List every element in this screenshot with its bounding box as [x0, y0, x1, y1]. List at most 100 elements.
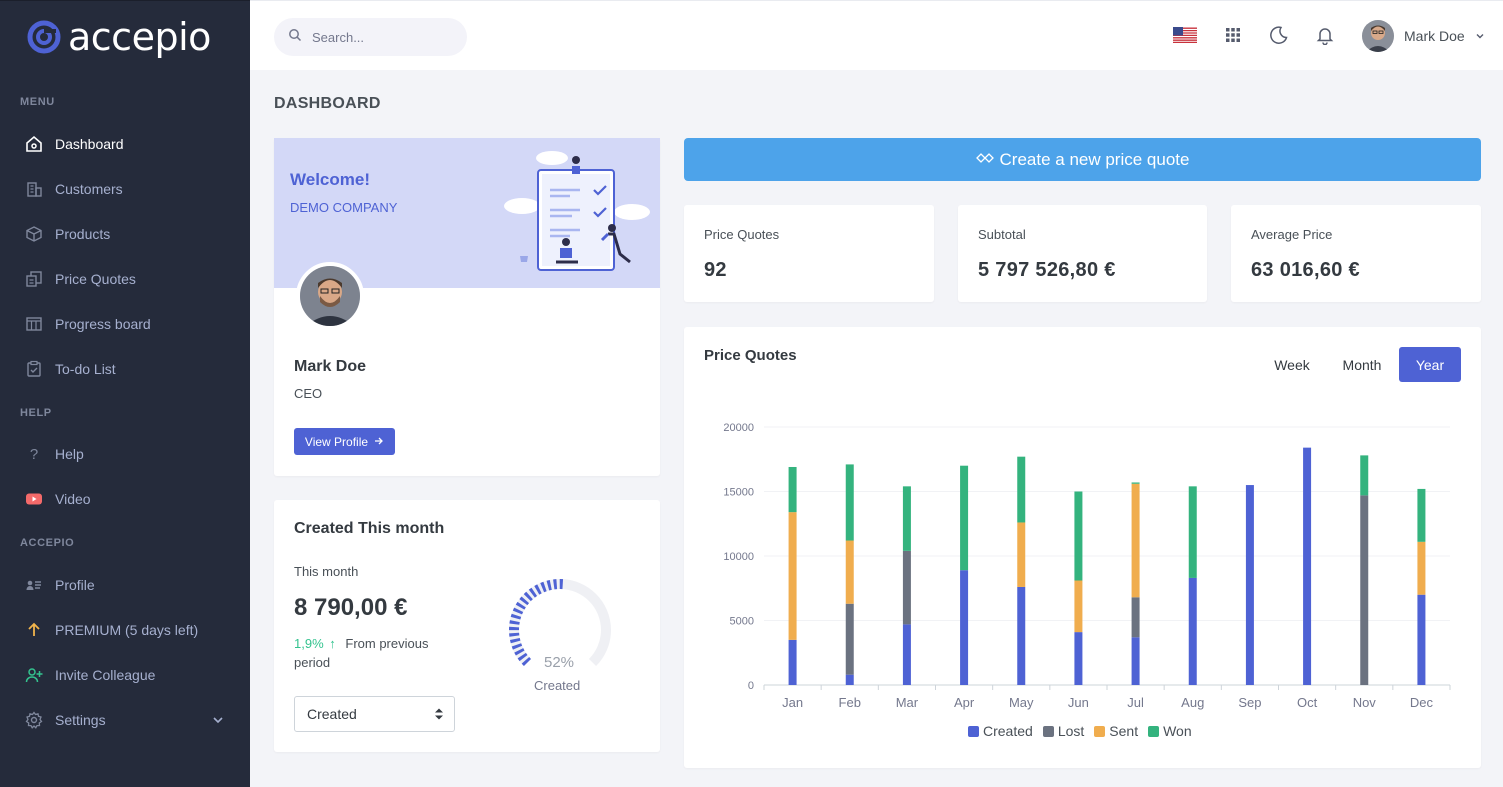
company-name: DEMO COMPANY — [290, 200, 397, 215]
sidebar-item-profile[interactable]: Profile — [0, 568, 250, 602]
sidebar-item-label: Settings — [55, 712, 106, 728]
radial-fill — [514, 584, 564, 663]
welcome-title: Welcome! — [290, 170, 370, 190]
stat-label: Subtotal — [978, 227, 1026, 242]
us-flag-icon[interactable] — [1173, 23, 1197, 47]
topbar: Mark Doe — [250, 0, 1503, 70]
bell-icon[interactable] — [1313, 23, 1337, 47]
sidebar-item-label: Invite Colleague — [55, 667, 155, 683]
sidebar-item-todo-list[interactable]: To-do List — [0, 352, 250, 386]
bar-segment-lost — [903, 551, 911, 625]
x-tick-label: Jan — [782, 695, 803, 710]
user-name: Mark Doe — [1404, 28, 1465, 44]
created-month-title: Created This month — [294, 520, 444, 538]
x-tick-label: May — [1009, 695, 1034, 710]
x-tick-label: Mar — [896, 695, 919, 710]
bar-segment-won — [1017, 457, 1025, 523]
sidebar-item-label: Profile — [55, 577, 95, 593]
stacked-bar-chart: 05000100001500020000JanFebMarAprMayJunJu… — [684, 407, 1481, 717]
user-plus-icon — [25, 666, 43, 684]
legend-item-lost[interactable]: Lost — [1043, 723, 1084, 739]
x-tick-label: Feb — [839, 695, 861, 710]
brand-logo[interactable]: accepio — [26, 17, 211, 57]
legend-swatch — [1043, 726, 1054, 737]
sidebar-item-customers[interactable]: Customers — [0, 172, 250, 206]
box-icon — [25, 225, 43, 243]
bar-segment-created — [789, 640, 797, 685]
chevron-down-icon — [212, 713, 224, 729]
bar-segment-won — [1417, 489, 1425, 542]
sidebar-item-dashboard[interactable]: Dashboard — [0, 127, 250, 161]
change-percent: 1,9% — [294, 636, 324, 651]
legend-item-created[interactable]: Created — [968, 723, 1033, 739]
home-icon — [25, 135, 43, 153]
legend-label: Lost — [1058, 723, 1084, 739]
bar-segment-won — [960, 466, 968, 570]
search-icon — [288, 28, 302, 47]
bar-segment-created — [1246, 485, 1254, 685]
bar-segment-won — [1132, 482, 1140, 483]
sidebar-item-help[interactable]: ? Help — [0, 437, 250, 471]
sidebar-item-video[interactable]: Video — [0, 482, 250, 516]
view-profile-button[interactable]: View Profile — [294, 428, 395, 455]
avatar — [1362, 20, 1394, 52]
bar-segment-lost — [1360, 495, 1368, 685]
sidebar-item-premium[interactable]: PREMIUM (5 days left) — [0, 613, 250, 647]
chevron-down-icon — [1475, 28, 1485, 44]
created-month-label: This month — [294, 564, 358, 579]
bar-segment-won — [789, 467, 797, 512]
bar-segment-won — [1189, 486, 1197, 578]
bar-segment-won — [1074, 492, 1082, 581]
period-year-button[interactable]: Year — [1399, 347, 1461, 382]
arrow-right-icon — [374, 435, 384, 449]
sidebar-item-label: Progress board — [55, 316, 151, 332]
y-tick-label: 15000 — [723, 487, 754, 499]
legend-swatch — [1148, 726, 1159, 737]
profile-name: Mark Doe — [294, 358, 366, 376]
legend-item-won[interactable]: Won — [1148, 723, 1192, 739]
metric-select[interactable]: Created — [294, 696, 455, 732]
bar-segment-lost — [846, 604, 854, 675]
sidebar-item-invite-colleague[interactable]: Invite Colleague — [0, 658, 250, 692]
bar-segment-created — [1074, 632, 1082, 685]
bar-segment-created — [960, 570, 968, 685]
documents-icon — [25, 270, 43, 288]
period-week-button[interactable]: Week — [1264, 347, 1320, 382]
x-tick-label: Sep — [1238, 695, 1261, 710]
view-profile-label: View Profile — [305, 435, 368, 449]
user-menu[interactable]: Mark Doe — [1362, 20, 1485, 52]
select-arrows-icon — [434, 706, 444, 725]
created-month-card: Created This month This month 8 790,00 €… — [274, 500, 660, 752]
moon-icon[interactable] — [1267, 23, 1291, 47]
arrow-up-icon — [25, 621, 43, 639]
bar-segment-created — [1132, 637, 1140, 685]
create-price-quote-button[interactable]: Create a new price quote — [684, 138, 1481, 181]
legend-label: Created — [983, 723, 1033, 739]
youtube-icon — [25, 490, 43, 508]
help-section-title: HELP — [20, 407, 52, 419]
chart-legend: Created Lost Sent Won — [968, 723, 1192, 739]
accepio-logo-icon — [26, 18, 64, 56]
period-month-button[interactable]: Month — [1333, 347, 1391, 382]
x-tick-label: Apr — [954, 695, 975, 710]
sidebar-item-price-quotes[interactable]: Price Quotes — [0, 262, 250, 296]
apps-grid-icon[interactable] — [1221, 23, 1245, 47]
sidebar: accepio MENU Dashboard Customers Product… — [0, 0, 250, 787]
gear-icon — [25, 711, 43, 729]
building-icon — [25, 180, 43, 198]
bar-segment-sent — [1132, 484, 1140, 598]
brand-name: accepio — [68, 17, 211, 57]
sidebar-item-progress-board[interactable]: Progress board — [0, 307, 250, 341]
stat-label: Price Quotes — [704, 227, 779, 242]
x-tick-label: Jul — [1127, 695, 1144, 710]
menu-section-title: MENU — [20, 96, 55, 108]
search-input[interactable] — [312, 30, 452, 45]
stat-label: Average Price — [1251, 227, 1332, 242]
legend-item-sent[interactable]: Sent — [1094, 723, 1138, 739]
handshake-icon — [976, 150, 994, 170]
search-box[interactable] — [274, 18, 467, 56]
y-tick-label: 0 — [748, 680, 754, 692]
sidebar-item-products[interactable]: Products — [0, 217, 250, 251]
sidebar-item-label: To-do List — [55, 361, 116, 377]
sidebar-item-settings[interactable]: Settings — [0, 703, 250, 737]
